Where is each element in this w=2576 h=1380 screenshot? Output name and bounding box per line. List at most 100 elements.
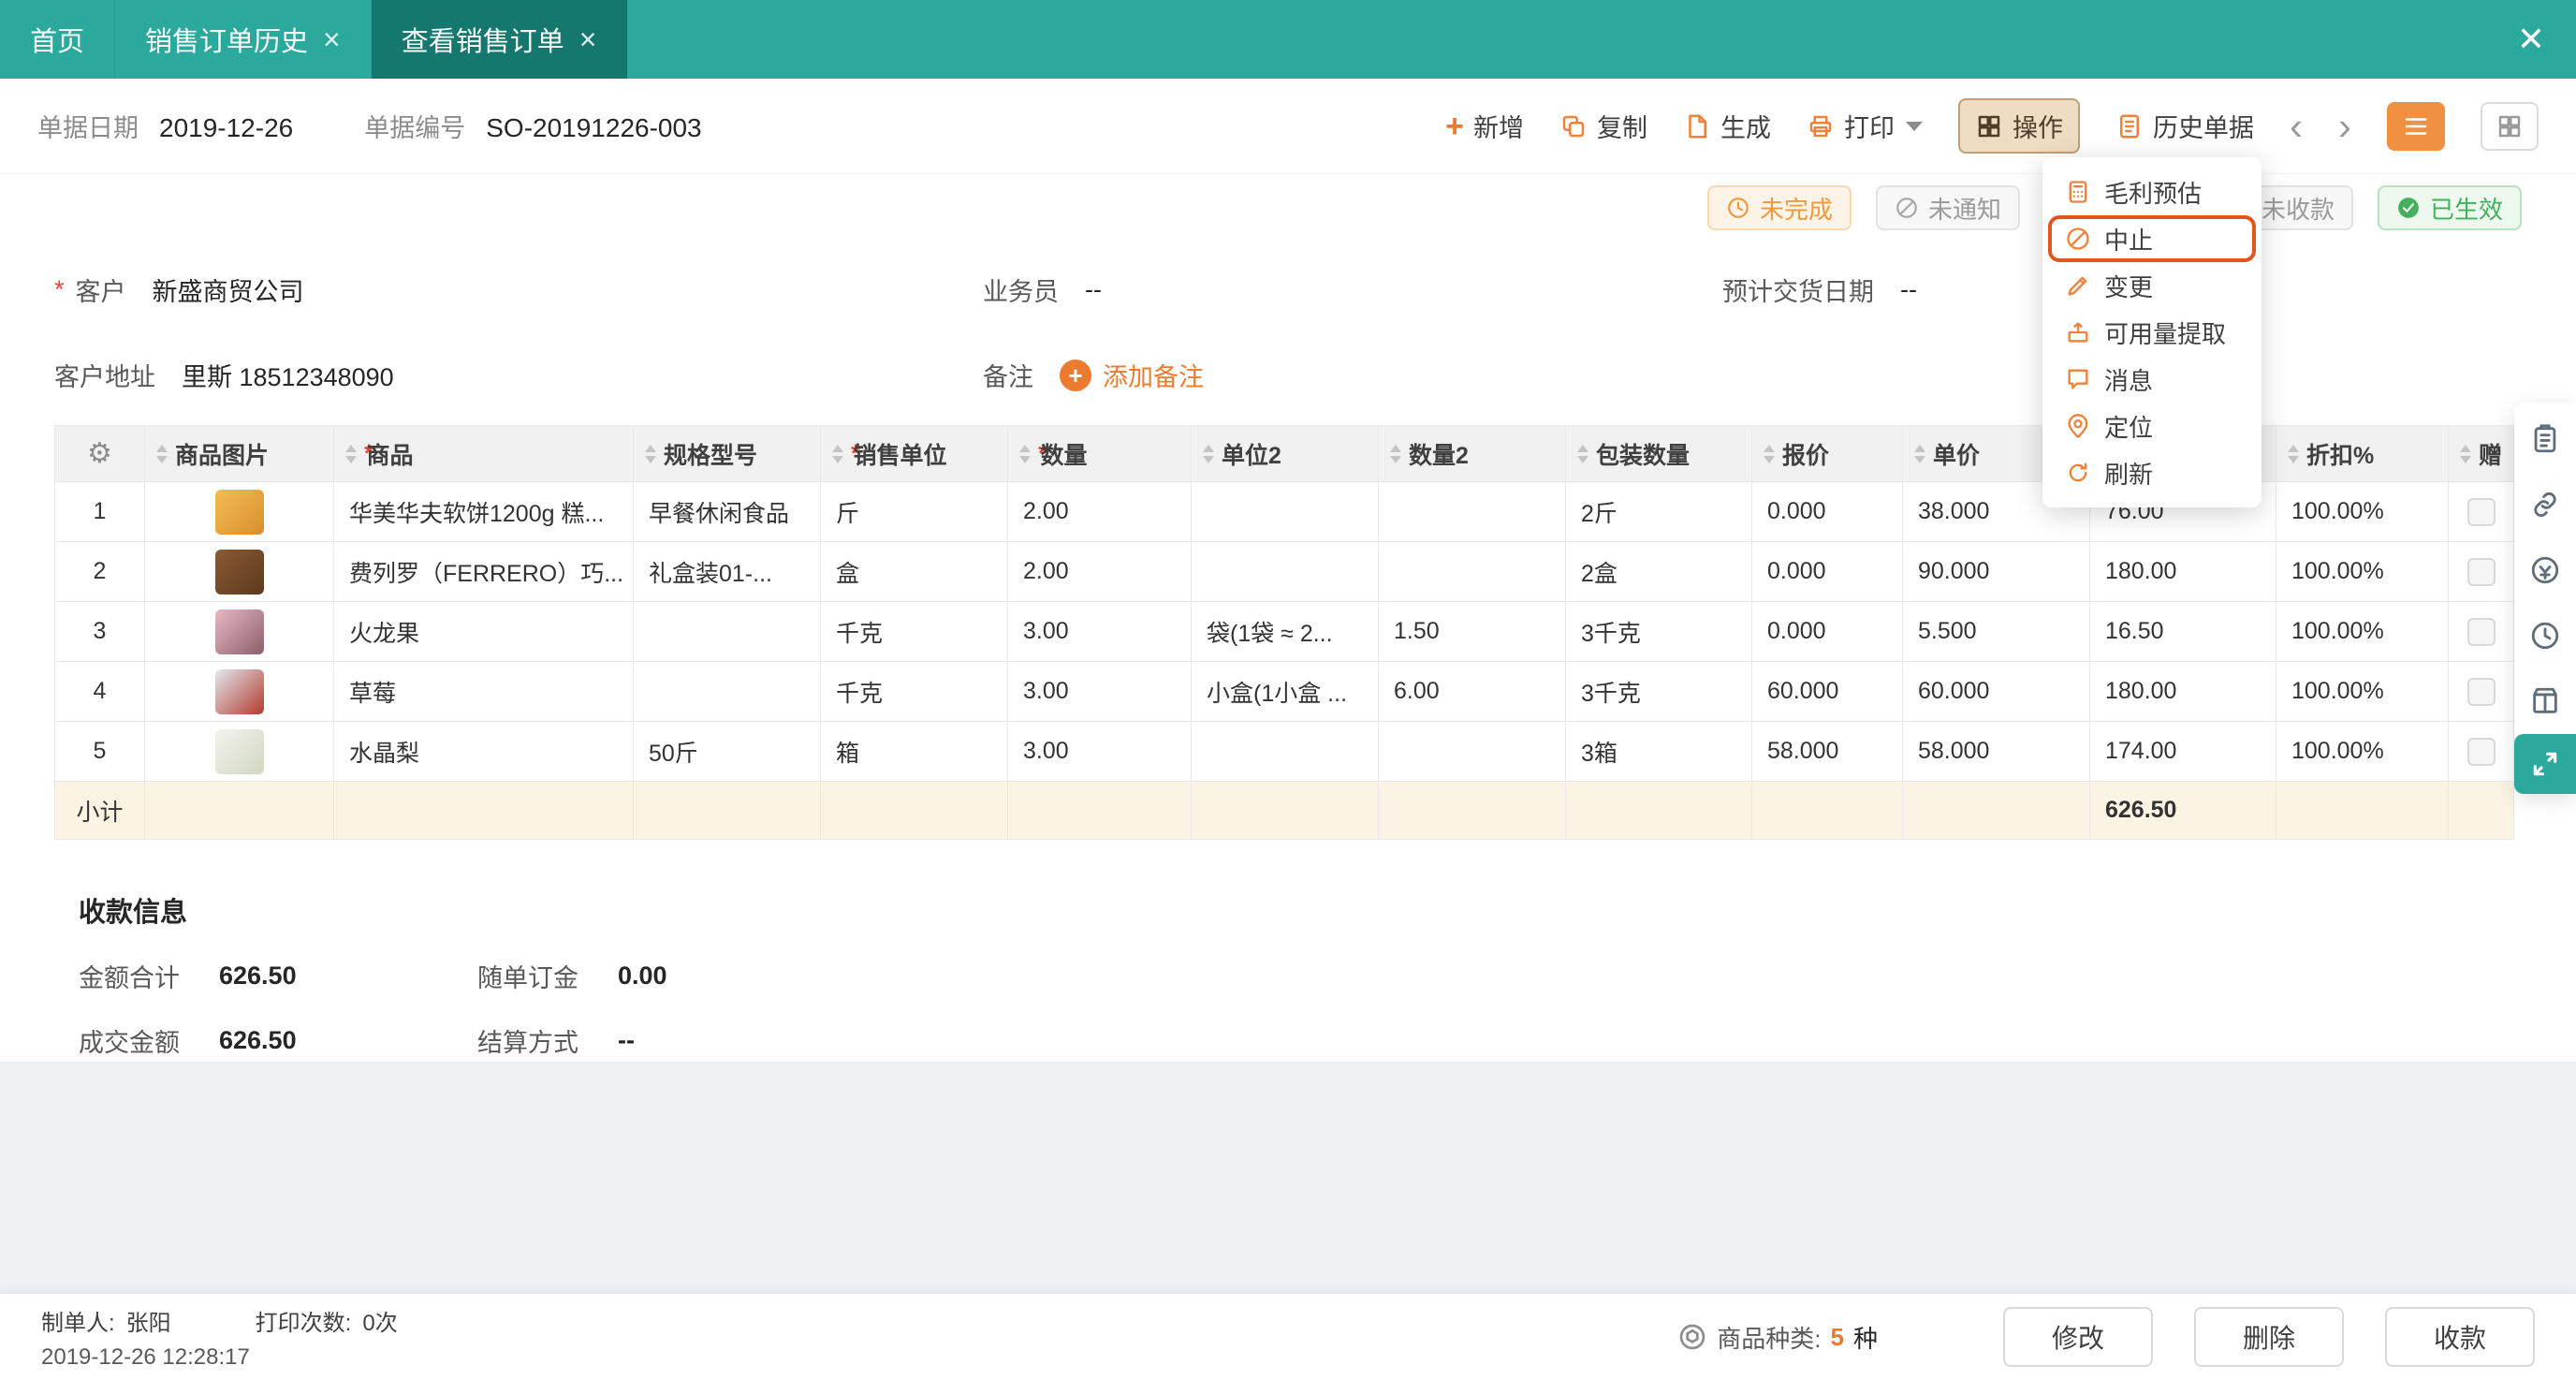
sort-icon[interactable] — [645, 444, 656, 463]
caret-down-icon — [1906, 121, 1923, 131]
product-thumbnail[interactable] — [214, 609, 264, 654]
status-badge-unnotified: 未通知 — [1875, 185, 2020, 230]
menu-item-refresh[interactable]: 刷新 — [2042, 449, 2261, 496]
gift-checkbox[interactable] — [2466, 737, 2496, 766]
sort-icon[interactable] — [2460, 444, 2471, 463]
refresh-icon — [2069, 462, 2087, 482]
gift-checkbox[interactable] — [2466, 497, 2496, 526]
package-icon — [2533, 687, 2557, 713]
column-header-product-image: 商品图片 — [144, 425, 334, 482]
menu-item-label: 刷新 — [2104, 460, 2154, 489]
salesman-field: 业务员 -- — [983, 272, 1722, 308]
column-header-quantity: * 数量 — [1007, 425, 1192, 482]
sort-icon[interactable] — [1914, 444, 1925, 463]
menu-item-available-quantity-extract[interactable]: 可用量提取 — [2042, 309, 2261, 356]
add-button[interactable]: + 新增 — [1445, 108, 1524, 144]
print-count-label: 打印次数: — [255, 1310, 352, 1336]
message-icon — [2068, 369, 2088, 389]
cell-quantity: 3.00 — [1023, 738, 1069, 764]
cell-product: 费列罗（FERRERO）巧... — [349, 560, 624, 587]
menu-item-label: 可用量提取 — [2104, 319, 2227, 348]
menu-item-gross-profit-estimate[interactable]: 毛利预估 — [2042, 169, 2261, 215]
sort-icon[interactable] — [156, 444, 168, 463]
prev-arrow-icon[interactable]: ‹ — [2290, 106, 2303, 146]
history-doc-icon — [2120, 114, 2139, 138]
top-tab-bar: 首页 销售订单历史 × 查看销售订单 × ✕ — [0, 0, 2576, 79]
column-header-label: 商品 — [366, 442, 414, 469]
menu-item-label: 消息 — [2104, 366, 2154, 395]
doc-number-group: 单据编号 SO-20191226-003 — [364, 108, 701, 144]
sort-icon[interactable] — [1577, 444, 1588, 463]
doc-date-group: 单据日期 2019-12-26 — [37, 108, 293, 144]
menu-item-label: 定位 — [2104, 413, 2154, 442]
pencil-icon — [2068, 276, 2087, 296]
cell-sales-unit: 千克 — [836, 620, 884, 647]
list-view-toggle[interactable] — [2387, 101, 2445, 151]
add-remark-link[interactable]: + 添加备注 — [1060, 357, 1204, 393]
cell-discount: 100.00% — [2291, 618, 2384, 644]
menu-item-locate[interactable]: 定位 — [2042, 403, 2261, 449]
menu-item-message[interactable]: 消息 — [2042, 356, 2261, 403]
sort-icon[interactable] — [1390, 444, 1401, 463]
grid-icon — [1978, 115, 2000, 137]
history-panel-button[interactable] — [2514, 603, 2576, 668]
tab-close-icon[interactable]: × — [323, 24, 341, 54]
gift-checkbox[interactable] — [2466, 617, 2496, 646]
cell-unit-price: 60.000 — [1918, 678, 1990, 704]
product-thumbnail[interactable] — [214, 489, 264, 535]
cell-amount: 174.00 — [2105, 738, 2177, 764]
print-button[interactable]: 打印 — [1807, 108, 1923, 144]
creator-info: 制单人: 张阳 — [41, 1304, 171, 1337]
tab-sales-order-history[interactable]: 销售订单历史 × — [115, 0, 372, 79]
close-icon[interactable]: ✕ — [2486, 0, 2576, 79]
table-row[interactable]: 5 水晶梨 50斤 箱 3.00 3箱 58.000 58.000 174.00… — [54, 721, 2514, 782]
customer-value: 新盛商贸公司 — [152, 278, 304, 306]
copy-button[interactable]: 复制 — [1559, 108, 1647, 144]
link-panel-button[interactable] — [2514, 472, 2576, 537]
creator-label: 制单人: — [41, 1310, 115, 1336]
sort-icon[interactable] — [345, 444, 357, 463]
column-header-label: 数量 — [1040, 442, 1088, 469]
remark-label: 备注 — [983, 363, 1033, 391]
gift-checkbox[interactable] — [2466, 557, 2496, 586]
table-row[interactable]: 2 费列罗（FERRERO）巧... 礼盒装01-... 盒 2.00 2盒 0… — [54, 541, 2514, 602]
delete-button[interactable]: 删除 — [2194, 1307, 2344, 1367]
money-panel-button[interactable] — [2514, 537, 2576, 603]
customer-address-label: 客户地址 — [54, 363, 155, 391]
tab-home[interactable]: 首页 — [0, 0, 116, 79]
tab-view-sales-order[interactable]: 查看销售订单 × — [371, 0, 628, 79]
menu-item-change[interactable]: 变更 — [2042, 262, 2261, 309]
cell-quote: 0.000 — [1767, 558, 1826, 584]
gift-checkbox[interactable] — [2466, 677, 2496, 706]
product-thumbnail[interactable] — [214, 668, 264, 714]
sort-icon[interactable] — [1764, 444, 1775, 463]
column-header-gift: 赠 — [2448, 425, 2514, 482]
sort-icon[interactable] — [2288, 444, 2299, 463]
next-arrow-icon[interactable]: › — [2338, 106, 2351, 146]
column-settings-gear-icon[interactable]: ⚙ — [87, 438, 112, 469]
modify-button[interactable]: 修改 — [2003, 1307, 2153, 1367]
column-header-pack-quantity: 包装数量 — [1565, 425, 1752, 482]
expand-panel-button[interactable] — [2514, 734, 2576, 794]
sort-icon[interactable] — [1019, 444, 1031, 463]
package-panel-button[interactable] — [2514, 668, 2576, 734]
cell-pack-quantity: 2斤 — [1581, 500, 1617, 527]
table-row[interactable]: 4 草莓 千克 3.00 小盒(1小盒 ... 6.00 3千克 60.000 … — [54, 661, 2514, 722]
product-thumbnail[interactable] — [214, 728, 264, 774]
tab-close-icon[interactable]: × — [579, 24, 597, 54]
product-thumbnail[interactable] — [214, 549, 264, 595]
grid-view-toggle[interactable] — [2481, 101, 2539, 151]
row-number: 1 — [93, 498, 107, 524]
receive-payment-button[interactable]: 收款 — [2385, 1307, 2535, 1367]
sort-icon[interactable] — [832, 444, 843, 463]
deposit-label: 随单订金 — [477, 964, 578, 992]
clipboard-panel-button[interactable] — [2514, 406, 2576, 472]
cell-quote: 58.000 — [1767, 738, 1839, 764]
history-documents-button[interactable]: 历史单据 — [2115, 108, 2254, 144]
sort-icon[interactable] — [1203, 444, 1214, 463]
table-row[interactable]: 3 火龙果 千克 3.00 袋(1袋 ≈ 2... 1.50 3千克 0.000… — [54, 601, 2514, 662]
menu-item-abort[interactable]: 中止 — [2048, 215, 2256, 262]
generate-button[interactable]: 生成 — [1683, 108, 1771, 144]
operate-button[interactable]: 操作 — [1958, 98, 2080, 154]
extract-icon — [2068, 322, 2088, 343]
